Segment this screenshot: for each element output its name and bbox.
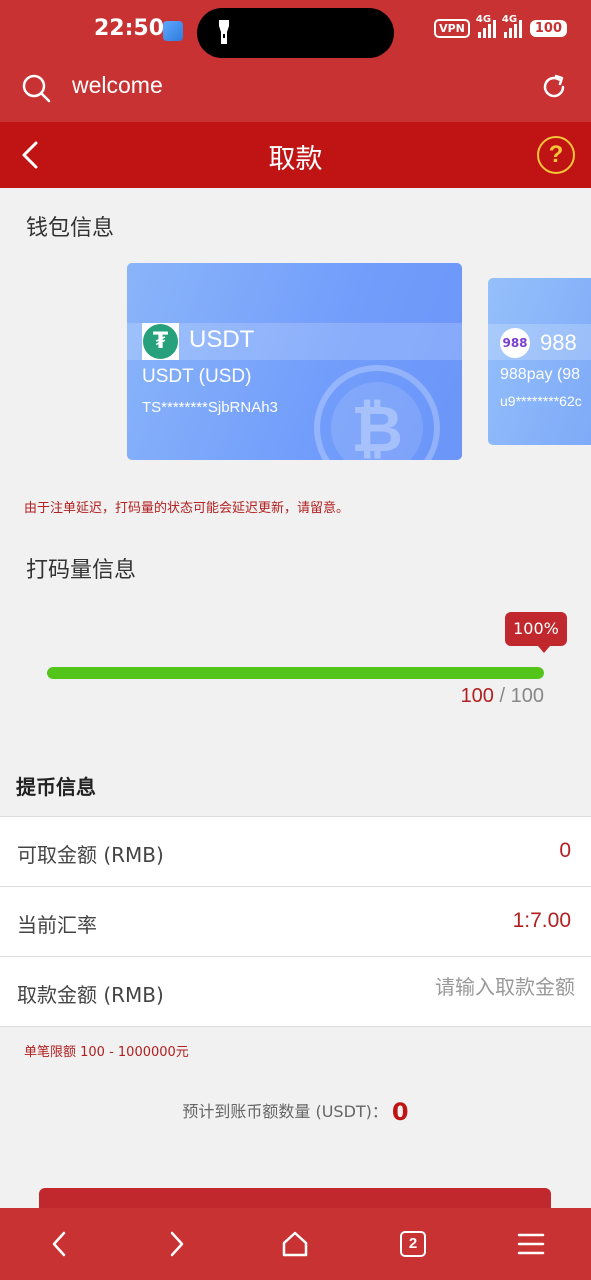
tether-icon: ₮ bbox=[142, 323, 179, 360]
back-icon bbox=[52, 1231, 66, 1257]
nav-forward-button[interactable] bbox=[161, 1228, 193, 1260]
card-coin-network: 988pay (98 bbox=[500, 366, 581, 383]
menu-icon bbox=[517, 1233, 545, 1255]
turnover-section-title: 打码量信息 bbox=[26, 558, 137, 583]
flashlight-icon bbox=[219, 20, 229, 44]
address-bar[interactable]: welcome bbox=[72, 72, 163, 99]
exchange-rate-value: 1:7.00 bbox=[512, 909, 571, 932]
turnover-current: 100 bbox=[460, 685, 494, 707]
forward-icon bbox=[170, 1231, 184, 1257]
card-address: u9********62c bbox=[500, 393, 582, 409]
delay-notice: 由于注单延迟，打码量的状态可能会延迟更新，请留意。 bbox=[24, 501, 350, 516]
browser-bottom-nav: 2 bbox=[0, 1208, 591, 1280]
battery-icon: 100 bbox=[529, 19, 567, 37]
svg-text:₿: ₿ bbox=[351, 393, 403, 460]
vpn-badge: VPN bbox=[434, 18, 470, 38]
signal-icon: 4G bbox=[502, 14, 522, 38]
signal-icon: 4G bbox=[476, 14, 496, 38]
progress-percent-badge: 100% bbox=[505, 612, 567, 653]
988pay-logo-icon: 988 bbox=[500, 328, 530, 358]
browser-toolbar: welcome bbox=[0, 62, 591, 122]
withdraw-amount-row: 取款金额 (RMB) bbox=[0, 957, 591, 1027]
status-time: 22:50 bbox=[94, 16, 165, 41]
help-button[interactable]: ? bbox=[537, 136, 575, 174]
network-type-label: 4G bbox=[501, 14, 518, 25]
nav-back-button[interactable] bbox=[43, 1228, 75, 1260]
search-icon[interactable] bbox=[20, 72, 52, 104]
turnover-progress-fill bbox=[47, 667, 544, 679]
app-header: 取款 ? bbox=[0, 122, 591, 188]
wallet-section-title: 钱包信息 bbox=[26, 216, 115, 241]
available-amount-label: 可取金额 (RMB) bbox=[17, 843, 164, 867]
home-icon bbox=[282, 1231, 308, 1257]
card-address: TS********SjbRNAh3 bbox=[142, 399, 278, 416]
withdraw-amount-input[interactable] bbox=[315, 975, 575, 999]
available-amount-row: 可取金额 (RMB) 0 bbox=[0, 817, 591, 887]
limit-notice: 单笔限额 100 - 1000000元 bbox=[24, 1045, 189, 1060]
status-bar: 22:50 VPN 4G 4G 100 bbox=[0, 0, 591, 62]
wallet-card-usdt[interactable]: ₿ ₮ USDT USDT (USD) TS********SjbRNAh3 bbox=[127, 263, 462, 460]
bitcoin-watermark-icon: ₿ bbox=[314, 365, 440, 460]
turnover-separator: / bbox=[499, 685, 506, 707]
tabs-icon: 2 bbox=[400, 1231, 426, 1257]
exchange-rate-label: 当前汇率 bbox=[17, 913, 97, 937]
refresh-icon[interactable] bbox=[539, 72, 569, 102]
card-coin-name: 988 bbox=[540, 330, 577, 355]
card-coin-name: USDT bbox=[189, 326, 255, 353]
card-coin-network: USDT (USD) bbox=[142, 366, 252, 387]
gallery-icon bbox=[163, 21, 183, 41]
exchange-rate-row: 当前汇率 1:7.00 bbox=[0, 887, 591, 957]
available-amount-value: 0 bbox=[559, 839, 571, 862]
withdraw-amount-label: 取款金额 (RMB) bbox=[17, 983, 164, 1007]
turnover-progress-bar bbox=[47, 667, 544, 679]
network-type-label: 4G bbox=[475, 14, 492, 25]
system-icons: VPN 4G 4G 100 bbox=[434, 14, 567, 38]
wallet-card-988pay[interactable]: 988 988 988pay (98 u9********62c bbox=[488, 278, 591, 445]
turnover-count: 100 / 100 bbox=[461, 685, 544, 708]
estimate-value: 0 bbox=[391, 1098, 409, 1126]
estimate-label: 预计到账币额数量 (USDT)： bbox=[182, 1102, 388, 1121]
withdraw-section-title: 提币信息 bbox=[16, 775, 96, 799]
page-title: 取款 bbox=[268, 144, 323, 175]
withdraw-form: 可取金额 (RMB) 0 当前汇率 1:7.00 取款金额 (RMB) bbox=[0, 816, 591, 1027]
nav-tabs-button[interactable]: 2 bbox=[397, 1228, 429, 1260]
nav-menu-button[interactable] bbox=[515, 1228, 547, 1260]
turnover-total: 100 bbox=[510, 685, 544, 707]
estimate-line: 预计到账币额数量 (USDT)： 0 bbox=[0, 1098, 591, 1126]
nav-home-button[interactable] bbox=[279, 1228, 311, 1260]
